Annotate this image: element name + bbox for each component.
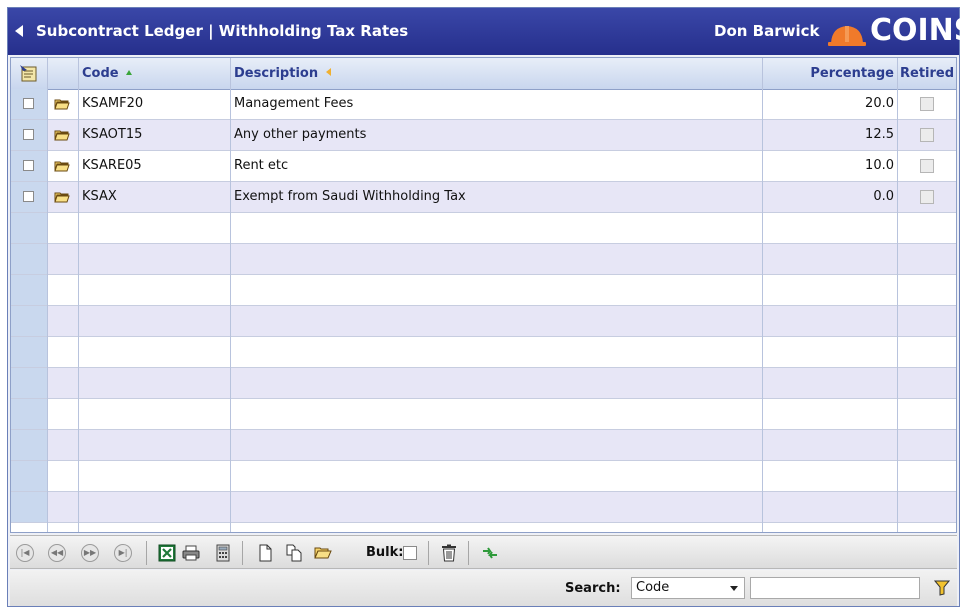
column-divider (47, 58, 48, 532)
sort-left-icon (325, 68, 331, 76)
search-field-value: Code (636, 580, 670, 595)
retired-checkbox[interactable] (920, 128, 934, 142)
sort-ascending-icon (126, 70, 133, 75)
column-header-retired[interactable]: Retired (897, 58, 955, 89)
toolbar-separator (242, 541, 243, 565)
empty-row (11, 337, 956, 368)
cell-description: Exempt from Saudi Withholding Tax (234, 189, 466, 204)
empty-row (11, 244, 956, 275)
trash-icon[interactable] (440, 544, 458, 562)
cell-code: KSAMF20 (82, 96, 144, 111)
logo-text: COINS (870, 13, 969, 48)
next-page-icon[interactable]: ▶▶ (81, 544, 99, 562)
column-header-code[interactable]: Code (79, 58, 135, 89)
row-selector (11, 461, 47, 491)
row-checkbox[interactable] (23, 98, 34, 109)
row-selector (11, 306, 47, 336)
empty-row (11, 213, 956, 244)
row-selector (11, 337, 47, 367)
row-selector (11, 399, 47, 429)
row-selector (11, 244, 47, 274)
search-input[interactable] (750, 577, 920, 599)
cell-code: KSAX (82, 189, 117, 204)
toolbar-separator (428, 541, 429, 565)
toolbar-separator (146, 541, 147, 565)
first-page-icon[interactable]: |◀ (16, 544, 34, 562)
description-header-label: Description (234, 66, 319, 81)
bulk-label: Bulk: (366, 545, 404, 560)
open-record-folder-icon[interactable] (54, 192, 70, 203)
cell-percentage: 10.0 (865, 158, 894, 173)
last-page-icon[interactable]: ▶| (114, 544, 132, 562)
previous-page-icon[interactable]: ◀◀ (48, 544, 66, 562)
empty-row (11, 399, 956, 430)
bulk-checkbox[interactable] (403, 546, 417, 560)
cell-description: Management Fees (234, 96, 354, 111)
cell-description: Any other payments (234, 127, 367, 142)
column-header-description[interactable]: Description (231, 58, 334, 89)
column-divider (762, 58, 763, 532)
open-folder-icon[interactable] (314, 544, 332, 562)
retired-checkbox[interactable] (920, 97, 934, 111)
search-field-select[interactable]: Code (631, 577, 745, 599)
empty-row (11, 461, 956, 492)
search-label: Search: (565, 581, 621, 596)
coins-logo: COINS (828, 13, 969, 49)
empty-row (11, 492, 956, 523)
print-icon[interactable] (182, 544, 200, 562)
cell-code: KSAOT15 (82, 127, 143, 142)
row-selector (11, 430, 47, 460)
retired-checkbox[interactable] (920, 159, 934, 173)
back-arrow-icon[interactable] (15, 25, 23, 37)
data-grid: Code Description Percentage Retired KSAM… (10, 57, 957, 533)
excel-export-icon[interactable] (158, 544, 176, 562)
row-checkbox[interactable] (23, 129, 34, 140)
empty-row (11, 430, 956, 461)
app-window: Subcontract Ledger | Withholding Tax Rat… (7, 7, 969, 607)
calculator-icon[interactable] (214, 544, 232, 562)
grid-header: Code Description Percentage Retired (11, 58, 956, 90)
column-divider (897, 58, 898, 532)
refresh-icon[interactable] (481, 544, 499, 562)
code-header-label: Code (82, 66, 119, 81)
row-selector (11, 213, 47, 243)
cell-percentage: 0.0 (873, 189, 894, 204)
toolbar-separator (468, 541, 469, 565)
user-name[interactable]: Don Barwick (714, 22, 819, 40)
title-bar: Subcontract Ledger | Withholding Tax Rat… (8, 8, 969, 55)
table-row[interactable]: KSAOT15 Any other payments 12.5 (11, 120, 956, 151)
column-divider (78, 58, 79, 532)
cell-description: Rent etc (234, 158, 289, 173)
copy-document-icon[interactable] (285, 544, 303, 562)
cell-code: KSARE05 (82, 158, 142, 173)
cell-percentage: 20.0 (865, 96, 894, 111)
grid-toolbar: |◀ ◀◀ ▶▶ ▶| Bulk: (10, 535, 957, 569)
row-selector (11, 275, 47, 305)
empty-row (11, 306, 956, 337)
empty-row (11, 368, 956, 399)
search-bar: Search: Code (10, 570, 957, 606)
open-record-folder-icon[interactable] (54, 161, 70, 172)
column-divider (230, 58, 231, 532)
row-selector (11, 368, 47, 398)
open-record-folder-icon[interactable] (54, 130, 70, 141)
table-row[interactable]: KSAMF20 Management Fees 20.0 (11, 89, 956, 120)
cell-percentage: 12.5 (865, 127, 894, 142)
retired-checkbox[interactable] (920, 190, 934, 204)
column-header-percentage[interactable]: Percentage (763, 58, 897, 89)
table-row[interactable]: KSAX Exempt from Saudi Withholding Tax 0… (11, 182, 956, 213)
row-checkbox[interactable] (23, 160, 34, 171)
chevron-down-icon (730, 586, 738, 591)
helmet-logo-icon (828, 26, 866, 46)
row-checkbox[interactable] (23, 191, 34, 202)
new-document-icon[interactable] (256, 544, 274, 562)
table-row[interactable]: KSARE05 Rent etc 10.0 (11, 151, 956, 182)
empty-row (11, 275, 956, 306)
page-title: Subcontract Ledger | Withholding Tax Rat… (36, 22, 409, 40)
open-record-folder-icon[interactable] (54, 99, 70, 110)
select-columns-icon[interactable] (19, 64, 39, 83)
row-selector (11, 492, 47, 522)
filter-icon[interactable] (934, 580, 950, 596)
